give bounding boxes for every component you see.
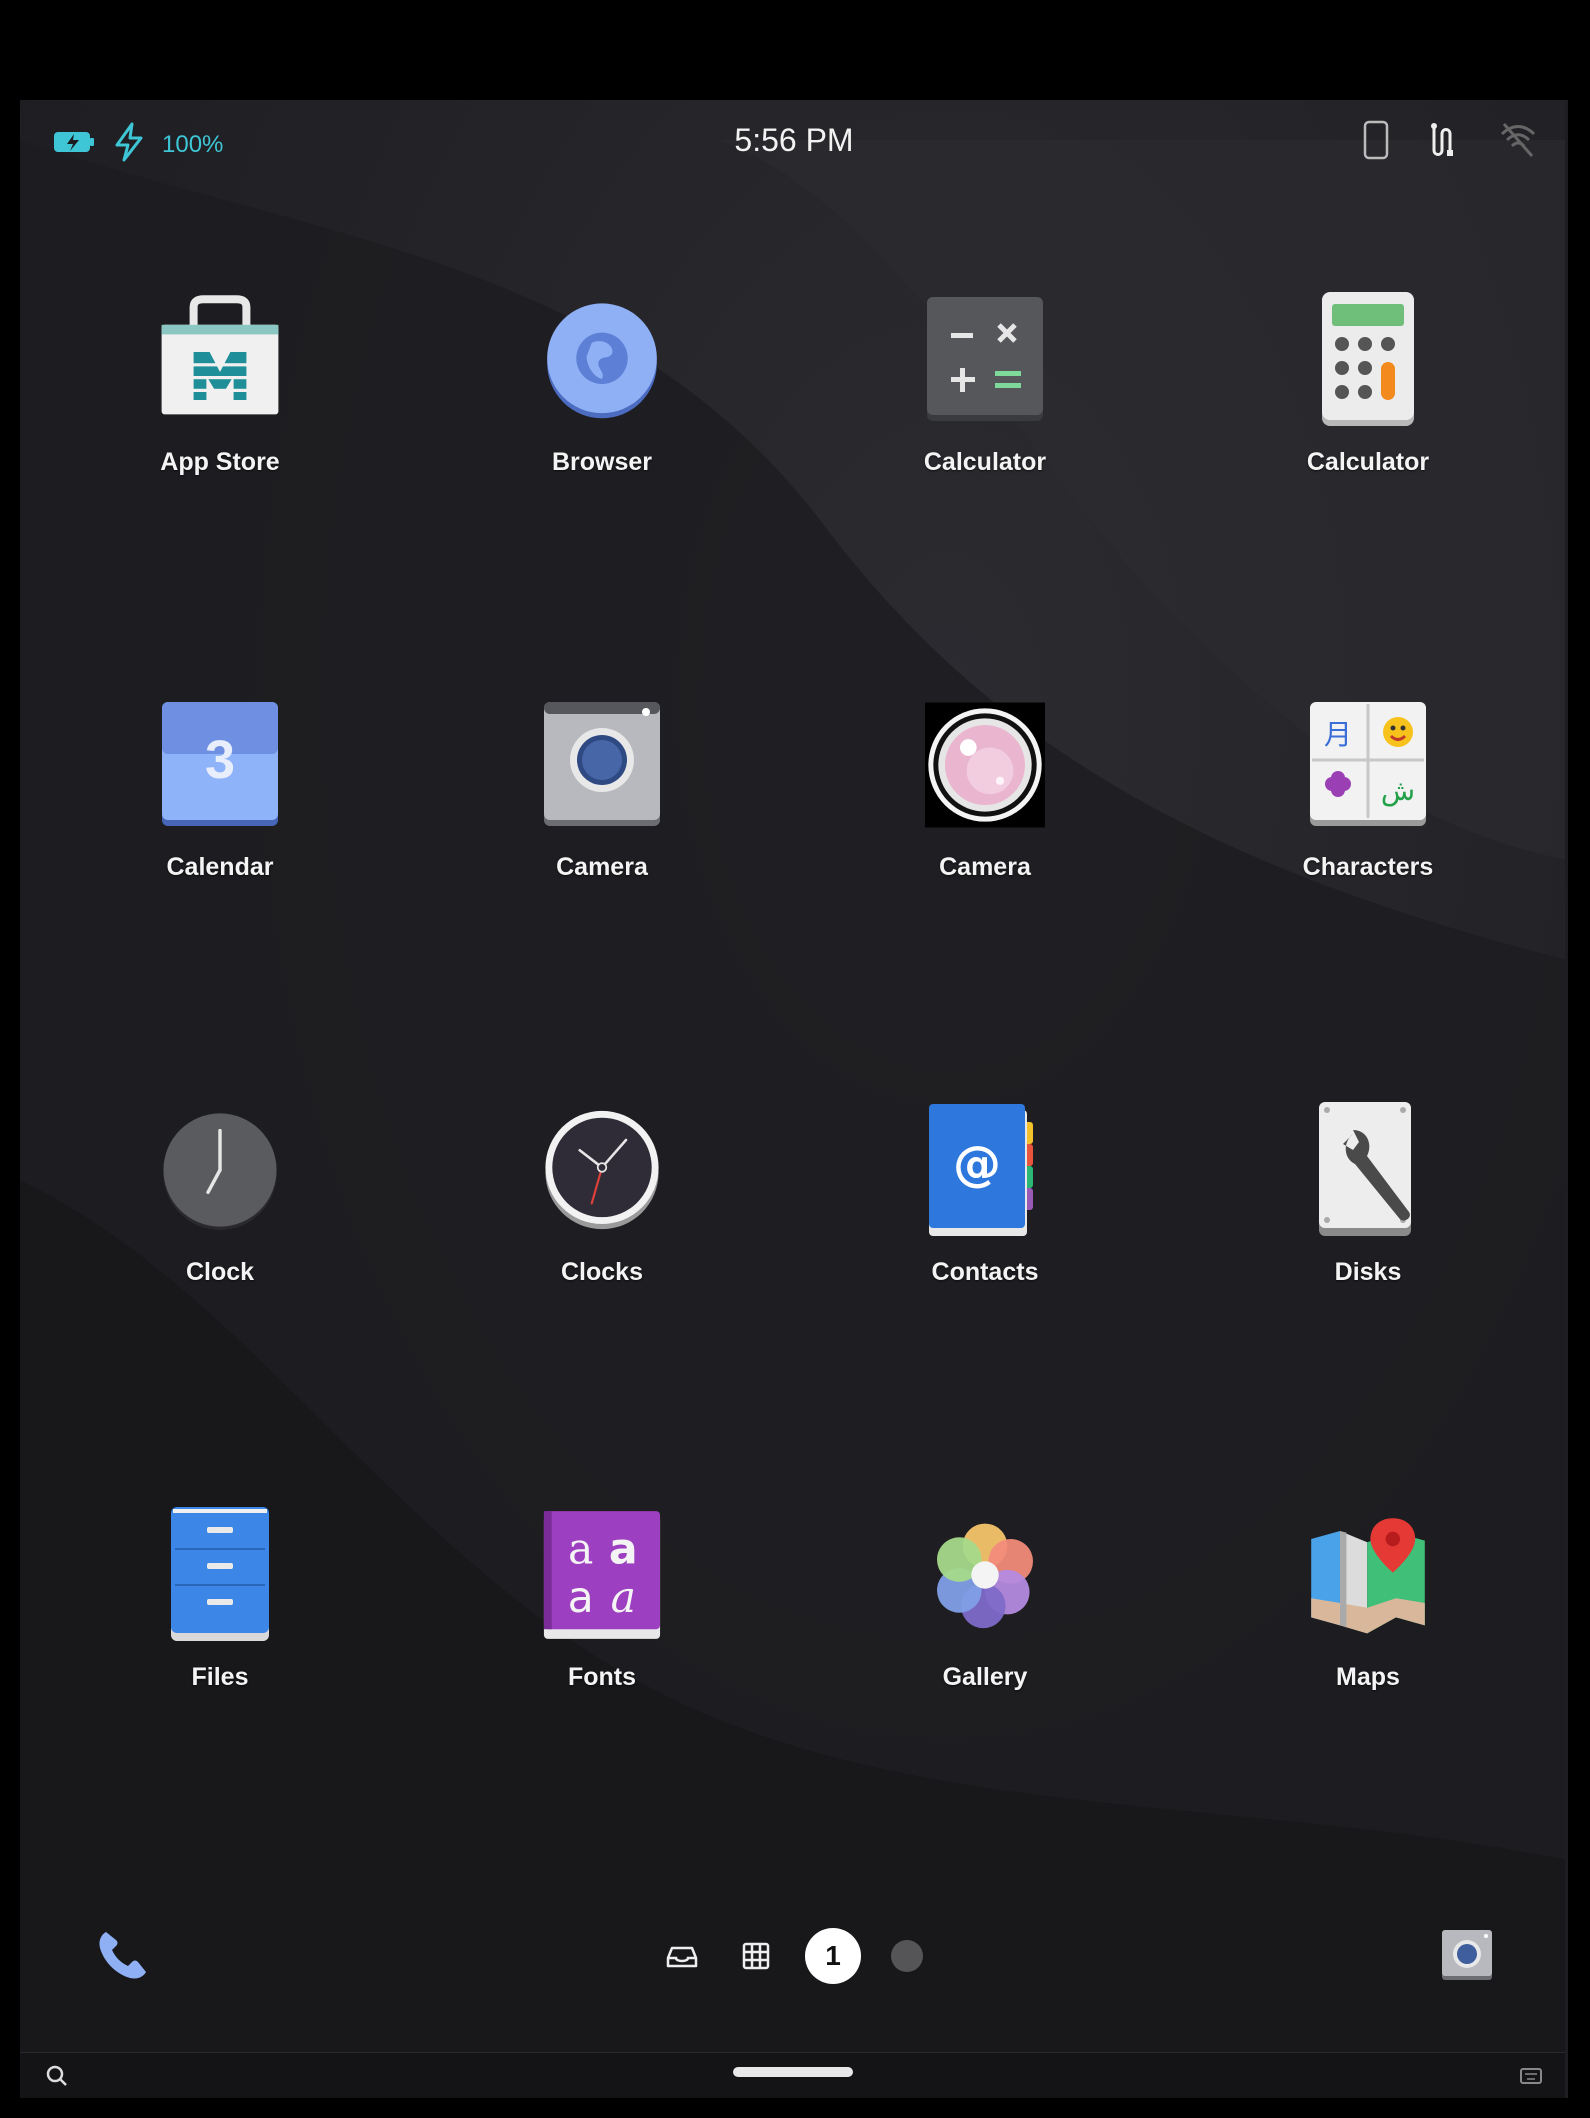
calendar-icon: 3 — [160, 695, 280, 835]
svg-text:ش: ش — [1381, 774, 1415, 807]
bottom-navigation-bar — [20, 2052, 1565, 2098]
status-clock: 5:56 PM — [734, 122, 854, 158]
disks-icon — [1308, 1100, 1428, 1240]
app-label: Camera — [556, 853, 648, 881]
usb-debug-icon — [1424, 120, 1464, 165]
calendar-app[interactable]: 3 Calendar — [100, 695, 340, 915]
fonts-icon: a a a a — [542, 1505, 662, 1645]
gallery-icon — [925, 1505, 1045, 1645]
svg-text:a: a — [568, 1524, 593, 1574]
keyboard-icon[interactable] — [1518, 2063, 1544, 2094]
contacts-icon: @ — [925, 1100, 1045, 1240]
files-icon — [160, 1505, 280, 1645]
wifi-off-icon — [1498, 120, 1538, 165]
calculator-dark-icon — [925, 290, 1045, 430]
app-label: Characters — [1302, 853, 1434, 881]
app-label: Camera — [939, 853, 1031, 881]
fonts-app[interactable]: a a a a Fonts — [482, 1505, 722, 1725]
contacts-app[interactable]: @ Contacts — [865, 1100, 1105, 1320]
camera-app[interactable]: Camera — [482, 695, 722, 915]
app-store-icon — [160, 290, 280, 430]
app-label: Calculator — [1306, 448, 1430, 476]
app-label: Files — [191, 1663, 249, 1691]
clock-icon — [160, 1100, 280, 1240]
dock: 1 — [20, 1900, 1565, 2010]
svg-text:月: 月 — [1324, 718, 1352, 751]
app-label: Maps — [1336, 1663, 1400, 1691]
calendar-day: 3 — [205, 730, 235, 790]
inbox-icon[interactable] — [666, 1940, 698, 1977]
svg-text:a: a — [568, 1573, 594, 1623]
page-indicator-current[interactable]: 1 — [805, 1928, 861, 1984]
characters-app[interactable]: 月 ش Characters — [1248, 695, 1488, 915]
app-label: Contacts — [931, 1258, 1039, 1286]
phone-icon[interactable] — [92, 1926, 152, 1991]
app-label: Fonts — [567, 1663, 637, 1691]
app-label: Clocks — [561, 1258, 643, 1286]
calculator-light-icon — [1308, 290, 1428, 430]
calculator-light-app[interactable]: Calculator — [1248, 290, 1488, 510]
home-screen: 100% 5:56 PM App Store Browser Calculato… — [20, 100, 1568, 2098]
status-bar: 100% 5:56 PM — [20, 100, 1565, 180]
disks-app[interactable]: Disks — [1248, 1100, 1488, 1320]
app-label: Gallery — [942, 1663, 1028, 1691]
gallery-app[interactable]: Gallery — [865, 1505, 1105, 1725]
page-indicator-next[interactable] — [891, 1940, 923, 1972]
app-store-app[interactable]: App Store — [100, 290, 340, 510]
svg-text:@: @ — [953, 1136, 1001, 1192]
app-label: Calendar — [166, 853, 274, 881]
home-handle[interactable] — [733, 2067, 853, 2077]
camera-icon — [542, 695, 662, 835]
app-label: Calculator — [923, 448, 1047, 476]
clocks-icon — [542, 1100, 662, 1240]
clocks-app[interactable]: Clocks — [482, 1100, 722, 1320]
app-label: Clock — [185, 1258, 255, 1286]
svg-text:a: a — [609, 1524, 638, 1574]
camera-lens-icon — [925, 695, 1045, 835]
svg-text:a: a — [611, 1573, 636, 1623]
app-label: App Store — [160, 448, 280, 476]
maps-app[interactable]: Maps — [1248, 1505, 1488, 1725]
calculator-dark-app[interactable]: Calculator — [865, 290, 1105, 510]
grid-icon[interactable] — [740, 1940, 772, 1977]
search-icon[interactable] — [44, 2063, 70, 2094]
app-label: Browser — [551, 448, 653, 476]
clock-app[interactable]: Clock — [100, 1100, 340, 1320]
phone-device-icon — [1362, 120, 1390, 165]
characters-icon: 月 ش — [1308, 695, 1428, 835]
status-right — [1362, 120, 1538, 165]
browser-app[interactable]: Browser — [482, 290, 722, 510]
camera-dock-icon[interactable] — [1440, 1928, 1494, 1987]
app-label: Disks — [1334, 1258, 1402, 1286]
browser-globe-icon — [542, 290, 662, 430]
files-app[interactable]: Files — [100, 1505, 340, 1725]
camera-lens-app[interactable]: Camera — [865, 695, 1105, 915]
maps-icon — [1308, 1505, 1428, 1645]
